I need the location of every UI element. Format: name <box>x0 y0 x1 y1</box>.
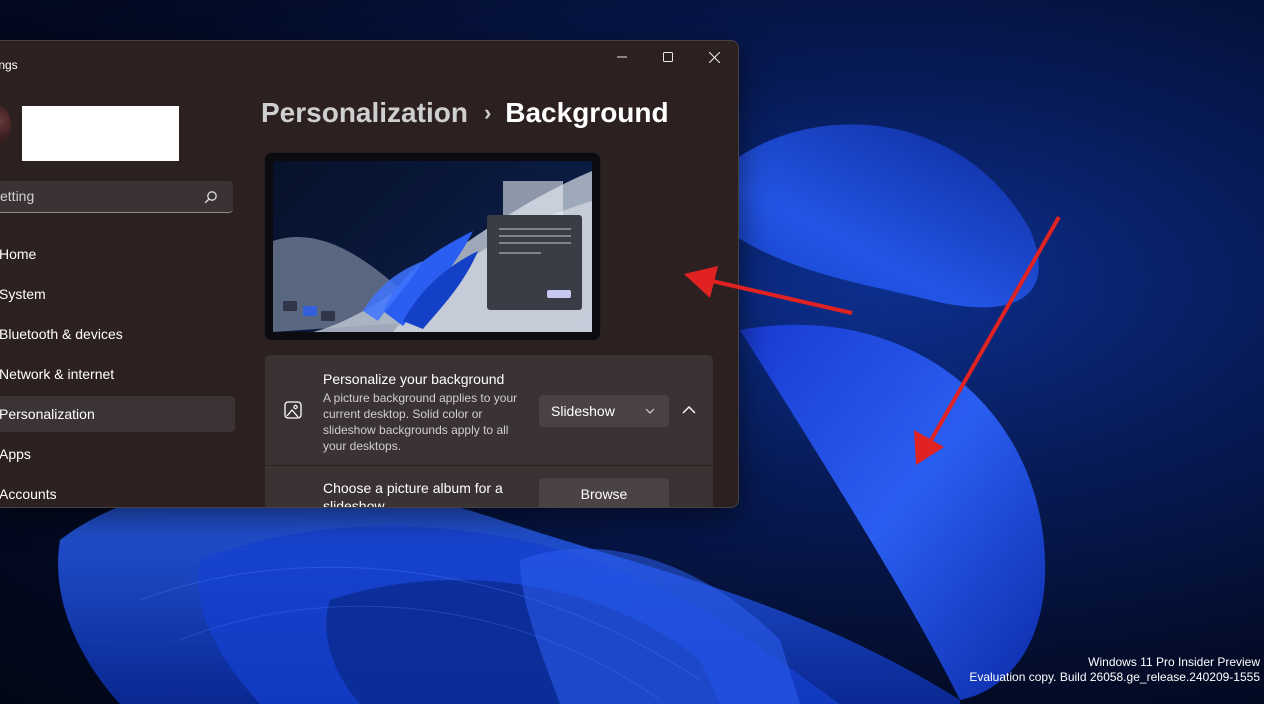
watermark-line-2: Evaluation copy. Build 26058.ge_release.… <box>969 670 1260 684</box>
sidebar-item-accounts[interactable]: Accounts <box>0 476 235 507</box>
maximize-icon <box>663 52 673 62</box>
picture-album-card: Choose a picture album for a slideshow B… <box>265 466 713 508</box>
collapse-button[interactable] <box>679 399 699 421</box>
dropdown-value: Slideshow <box>551 403 615 419</box>
card-description: A picture background applies to your cur… <box>323 391 518 453</box>
account-name-redacted <box>22 106 179 161</box>
sidebar-item-label: Accounts <box>0 486 57 502</box>
page-title: Background <box>505 97 669 128</box>
search-box[interactable] <box>0 181 233 213</box>
breadcrumb-parent[interactable]: Personalization <box>261 97 468 129</box>
settings-window: ttings Home System Bluetooth & devices N… <box>0 40 739 508</box>
windows-watermark: Windows 11 Pro Insider Preview Evaluatio… <box>969 655 1260 685</box>
sidebar-item-label: Network & internet <box>0 366 115 382</box>
sidebar-item-label: Home <box>0 246 37 262</box>
sidebar-item-personalization[interactable]: Personalization <box>0 396 235 432</box>
card-title: Personalize your background <box>323 371 505 387</box>
preview-screen <box>273 161 592 332</box>
minimize-button[interactable] <box>599 41 645 73</box>
image-icon <box>284 401 302 419</box>
sidebar-item-home[interactable]: Home <box>0 236 235 272</box>
sidebar-item-apps[interactable]: Apps <box>0 436 235 472</box>
maximize-button[interactable] <box>645 41 691 73</box>
sidebar-item-bluetooth-devices[interactable]: Bluetooth & devices <box>0 316 235 352</box>
avatar[interactable] <box>0 104 11 146</box>
sidebar-item-label: Apps <box>0 446 31 462</box>
search-input[interactable] <box>0 181 193 211</box>
watermark-line-1: Windows 11 Pro Insider Preview <box>1088 655 1260 669</box>
breadcrumb-separator: › <box>483 100 492 125</box>
close-icon <box>708 51 720 63</box>
chevron-up-icon <box>682 406 696 414</box>
breadcrumb: Personalization › Background <box>261 97 669 129</box>
background-preview <box>264 152 601 341</box>
sidebar-item-network-internet[interactable]: Network & internet <box>0 356 235 392</box>
window-title: ttings <box>0 58 18 72</box>
personalize-background-card: Personalize your background A picture ba… <box>265 355 713 465</box>
minimize-icon <box>617 56 627 58</box>
preview-dialog-content <box>499 228 571 298</box>
card-title: Choose a picture album for a slideshow <box>323 480 503 508</box>
search-icon <box>204 191 217 204</box>
preview-dialog <box>487 215 582 310</box>
sidebar-item-label: Bluetooth & devices <box>0 326 123 342</box>
sidebar-item-system[interactable]: System <box>0 276 235 312</box>
chevron-down-icon <box>645 408 655 414</box>
background-type-dropdown[interactable]: Slideshow <box>539 395 669 427</box>
sidebar-item-label: Personalization <box>0 406 95 422</box>
close-button[interactable] <box>691 41 737 73</box>
desktop: Windows 11 Pro Insider Preview Evaluatio… <box>0 0 1264 704</box>
browse-button[interactable]: Browse <box>539 478 669 507</box>
sidebar-item-label: System <box>0 286 46 302</box>
